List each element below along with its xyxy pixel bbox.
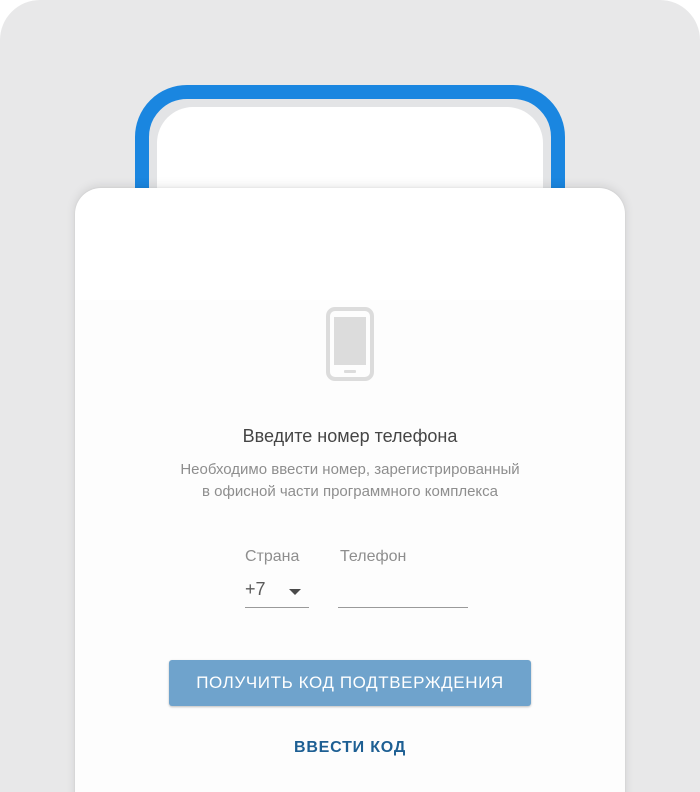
dropdown-caret-icon xyxy=(289,589,301,595)
app-background: Введите номер телефона Необходимо ввести… xyxy=(0,0,700,792)
country-code-select[interactable]: +7 xyxy=(245,576,309,608)
instruction-line-1: Необходимо ввести номер, зарегистрирован… xyxy=(180,461,520,478)
country-label: Страна xyxy=(245,548,300,565)
get-confirmation-code-button[interactable]: ПОЛУЧИТЬ КОД ПОДТВЕРЖДЕНИЯ xyxy=(169,660,531,706)
smartphone-icon xyxy=(326,307,374,381)
page-title: Введите номер телефона xyxy=(242,426,458,446)
phone-number-input[interactable] xyxy=(338,576,468,608)
country-code-value: +7 xyxy=(245,579,266,599)
instruction-text: Необходимо ввести номер, зарегистрирован… xyxy=(75,459,625,503)
enter-code-button[interactable]: ВВЕСТИ КОД xyxy=(250,734,450,762)
instruction-line-2: в офисной части программного комплекса xyxy=(202,483,498,500)
phone-label: Телефон xyxy=(340,548,407,565)
login-card: Введите номер телефона Необходимо ввести… xyxy=(75,188,625,792)
